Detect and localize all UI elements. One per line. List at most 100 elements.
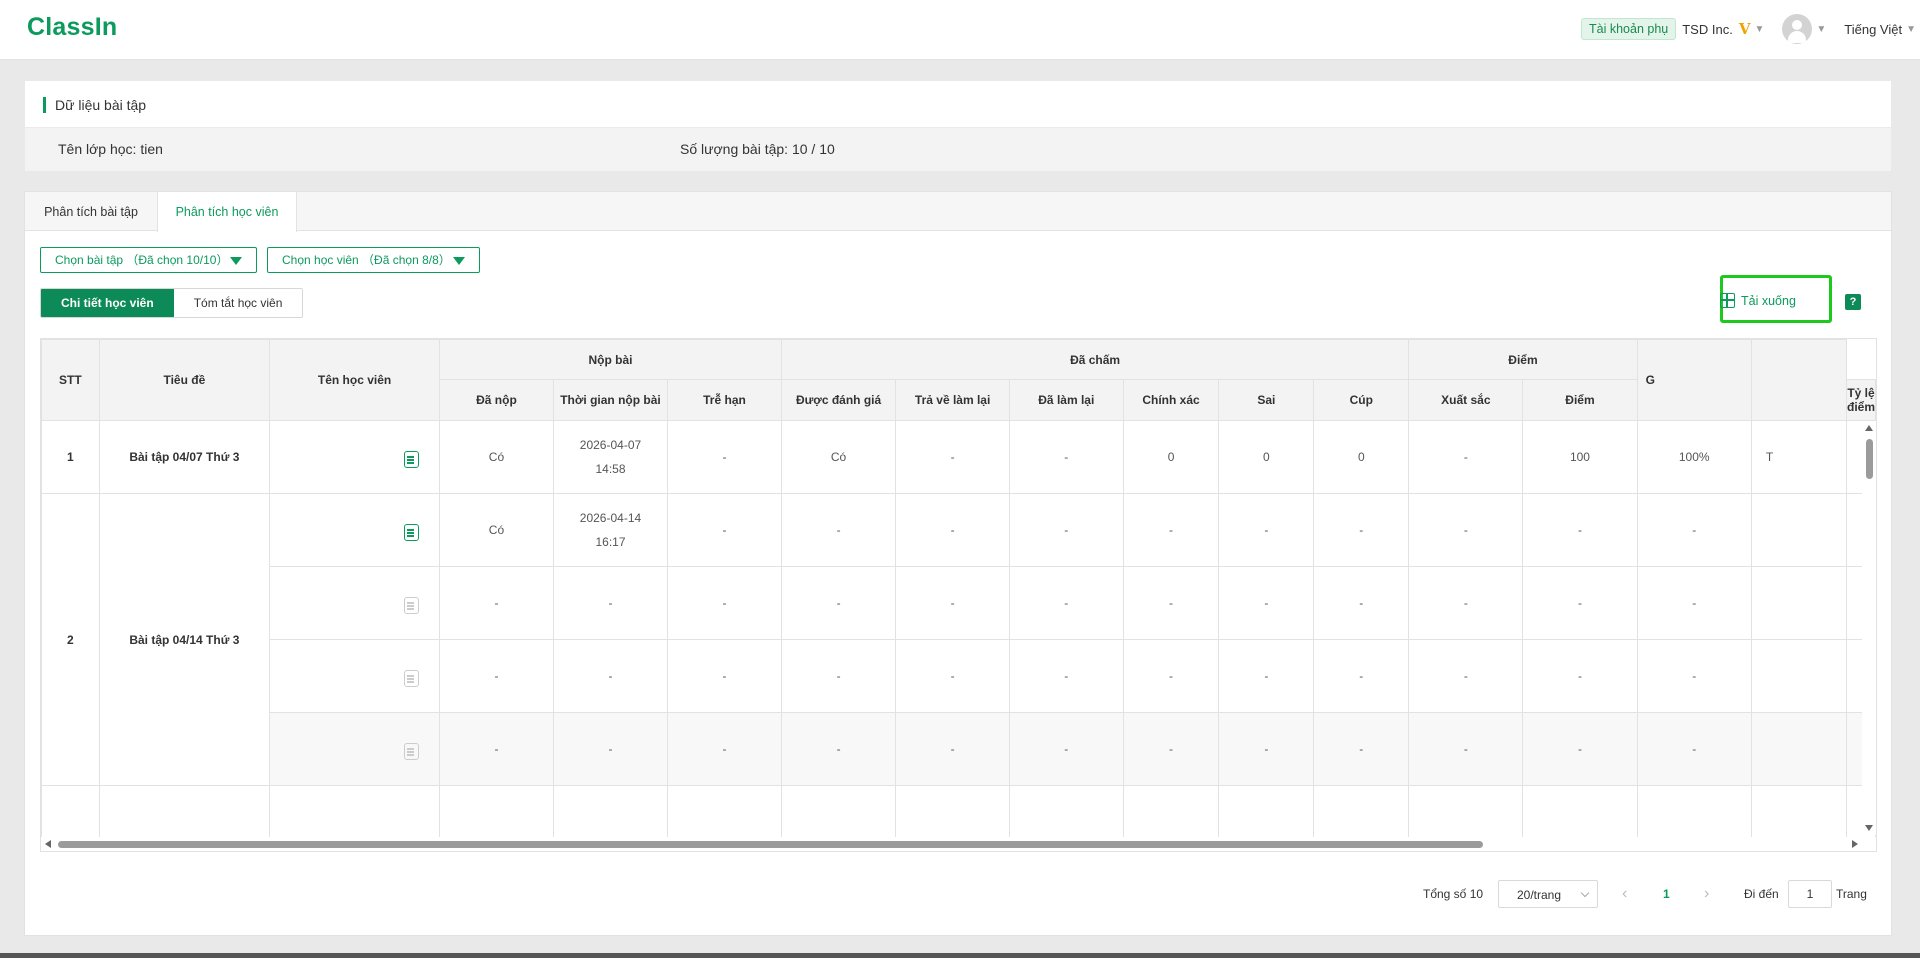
scroll-right-icon[interactable] bbox=[1852, 840, 1858, 848]
horizontal-scroll-thumb[interactable] bbox=[58, 841, 1483, 848]
spreadsheet-icon bbox=[1720, 293, 1735, 308]
cell-score: 100 bbox=[1522, 420, 1638, 494]
col-correct: Chính xác bbox=[1122, 379, 1220, 421]
total-count: Tổng số 10 bbox=[1423, 887, 1484, 901]
scroll-left-icon[interactable] bbox=[45, 840, 51, 848]
col-score: Điểm bbox=[1522, 379, 1638, 421]
cell-wrong: - bbox=[1218, 493, 1315, 567]
cell-correct: - bbox=[1122, 493, 1220, 567]
prev-page-icon[interactable]: ‹ bbox=[1622, 880, 1627, 908]
current-page[interactable]: 1 bbox=[1663, 880, 1670, 908]
cell-submitted: - bbox=[439, 712, 554, 786]
panel-title: Dữ liệu bài tập bbox=[43, 97, 146, 113]
cell-wrong: - bbox=[1218, 566, 1315, 640]
cell-score: - bbox=[1522, 566, 1638, 640]
student-summary-button[interactable]: Tóm tắt học viên bbox=[173, 289, 303, 317]
vip-icon: V bbox=[1738, 20, 1751, 38]
tab-bar: Phân tích bài tập Phân tích học viên bbox=[25, 192, 1891, 232]
assignment-count: Số lượng bài tập: 10 / 10 bbox=[680, 141, 835, 157]
class-name: Tên lớp học: tien bbox=[58, 141, 163, 157]
document-icon[interactable] bbox=[404, 597, 420, 614]
dropdown-triangle-icon bbox=[230, 257, 243, 265]
cell-submitted: Có bbox=[439, 420, 554, 494]
user-avatar[interactable] bbox=[1782, 14, 1813, 44]
table-row: 1 Bài tập 04/07 Thứ 3 Có 2026-04-07 14:58… bbox=[41, 420, 1876, 494]
document-icon[interactable] bbox=[404, 743, 420, 760]
goto-label: Đi đến bbox=[1744, 887, 1779, 901]
cell-score: - bbox=[1522, 712, 1638, 786]
select-assignments-dropdown[interactable]: Chọn bài tập （Đã chọn 10/10） bbox=[40, 247, 258, 273]
avatar-chevron-down-icon[interactable]: ▼ bbox=[1816, 24, 1826, 35]
scroll-up-icon[interactable] bbox=[1865, 425, 1873, 431]
cell-evaluated: - bbox=[780, 712, 897, 786]
student-detail-button[interactable]: Chi tiết học viên bbox=[41, 289, 174, 317]
scroll-down-icon[interactable] bbox=[1865, 825, 1873, 831]
classin-logo[interactable]: ClassIn bbox=[27, 13, 117, 42]
cell-late: - bbox=[667, 712, 782, 786]
cell-evaluated: - bbox=[780, 639, 897, 713]
cell-correct: - bbox=[1122, 566, 1220, 640]
cell-excellent: - bbox=[1408, 712, 1524, 786]
row-stt: 1 bbox=[41, 420, 100, 494]
language-selector[interactable]: Tiếng Việt bbox=[1844, 22, 1902, 37]
help-icon[interactable]: ? bbox=[1845, 294, 1861, 310]
cell-cup: - bbox=[1313, 493, 1410, 567]
analysis-panel: Phân tích bài tập Phân tích học viên Chọ… bbox=[24, 191, 1892, 936]
col-redone: Đã làm lại bbox=[1008, 379, 1124, 421]
col-student-name: Tên học viên bbox=[269, 339, 441, 421]
download-label: Tải xuống bbox=[1741, 293, 1796, 308]
cell-redone: - bbox=[1008, 566, 1124, 640]
language-chevron-down-icon[interactable]: ▼ bbox=[1906, 24, 1916, 35]
org-name[interactable]: TSD Inc. bbox=[1682, 22, 1733, 37]
cell-returned: - bbox=[895, 566, 1010, 640]
select-students-label: Chọn học viên （Đã chọn 8/8） bbox=[282, 253, 451, 267]
download-button[interactable]: Tải xuống bbox=[1720, 293, 1796, 308]
row-title: Bài tập 04/14 Thứ 3 bbox=[98, 493, 271, 786]
sub-account-badge[interactable]: Tài khoản phụ bbox=[1581, 18, 1677, 40]
cell-cup: - bbox=[1313, 712, 1410, 786]
cell-late: - bbox=[667, 420, 782, 494]
cell-late: - bbox=[667, 493, 782, 567]
cell-wrong: - bbox=[1218, 712, 1315, 786]
col-wrong: Sai bbox=[1218, 379, 1315, 421]
goto-page-input[interactable] bbox=[1788, 880, 1832, 908]
table-row: - - - - - - - - - - - - bbox=[42, 639, 1876, 713]
document-icon[interactable] bbox=[404, 670, 420, 687]
cell-excellent: - bbox=[1408, 420, 1524, 494]
cell-submitted: Có bbox=[439, 493, 554, 567]
page-suffix: Trang bbox=[1836, 887, 1867, 901]
select-students-dropdown[interactable]: Chọn học viên （Đã chọn 8/8） bbox=[267, 247, 480, 273]
vertical-scroll-thumb[interactable] bbox=[1866, 439, 1873, 479]
horizontal-scrollbar[interactable] bbox=[41, 837, 1876, 851]
cell-excellent: - bbox=[1408, 639, 1524, 713]
submit-clock: 16:17 bbox=[595, 535, 626, 549]
cell-score-rate: - bbox=[1636, 639, 1752, 713]
tab-student-analysis[interactable]: Phân tích học viên bbox=[157, 192, 297, 232]
cell-late: - bbox=[667, 566, 782, 640]
cell-next bbox=[1750, 493, 1848, 567]
document-icon[interactable] bbox=[404, 524, 420, 541]
group-submission: Nộp bài bbox=[439, 339, 782, 380]
pagination: Tổng số 10 20/trang ‹ 1 › Đi đến Trang bbox=[25, 880, 1891, 910]
org-chevron-down-icon[interactable]: ▼ bbox=[1754, 24, 1764, 35]
next-page-icon[interactable]: › bbox=[1704, 880, 1709, 908]
cell-next: T bbox=[1750, 420, 1848, 494]
cell-score-rate: - bbox=[1636, 566, 1752, 640]
cell-submit-time: - bbox=[552, 639, 669, 713]
cell-next bbox=[1750, 712, 1848, 786]
cell-next bbox=[1750, 566, 1848, 640]
cell-cup: 0 bbox=[1313, 420, 1410, 494]
cell-submit-time: - bbox=[552, 566, 669, 640]
assignment-info-panel: Dữ liệu bài tập Tên lớp học: tien Số lượ… bbox=[25, 81, 1891, 171]
cell-redone: - bbox=[1008, 639, 1124, 713]
dropdown-triangle-icon bbox=[452, 257, 465, 265]
vertical-scrollbar[interactable] bbox=[1862, 421, 1876, 835]
cell-redone: - bbox=[1008, 712, 1124, 786]
cell-evaluated: Có bbox=[780, 420, 897, 494]
cell-redone: - bbox=[1008, 493, 1124, 567]
page-size-select[interactable]: 20/trang bbox=[1498, 880, 1598, 908]
tab-assignment-analysis[interactable]: Phân tích bài tập bbox=[25, 192, 157, 232]
document-icon[interactable] bbox=[404, 451, 420, 468]
table-row: - - - - - - - - - - - - bbox=[42, 712, 1876, 786]
col-evaluated: Được đánh giá bbox=[780, 379, 897, 421]
